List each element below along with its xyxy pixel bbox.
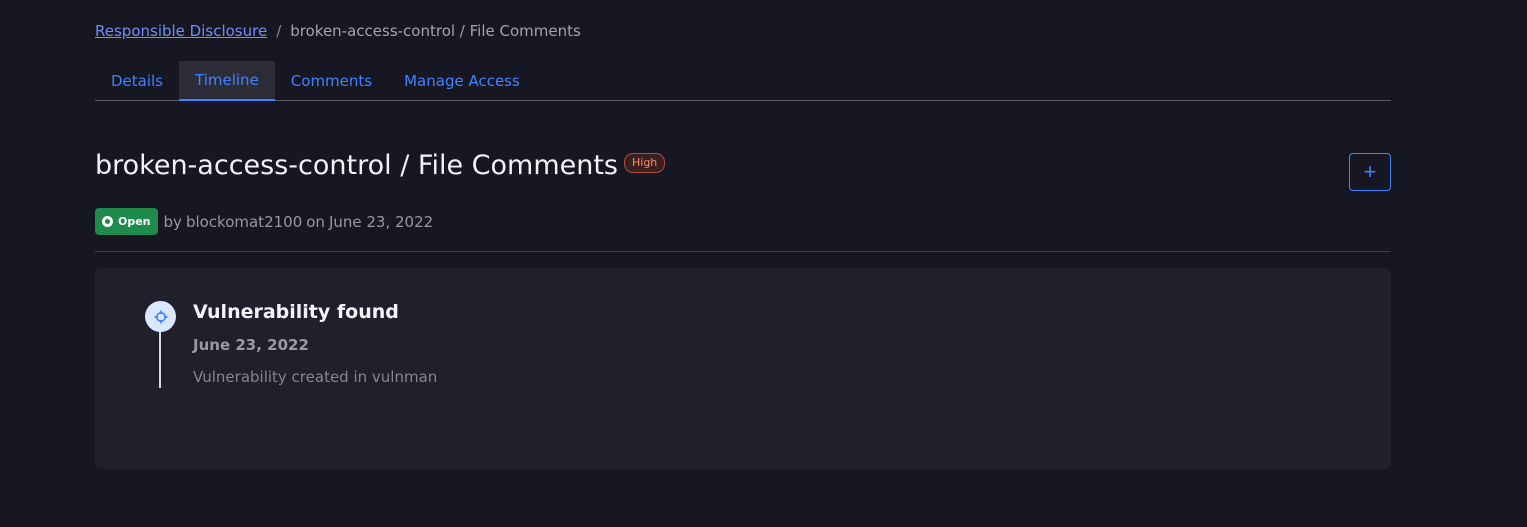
meta-date: June 23, 2022 [328,212,434,231]
timeline-item-title: Vulnerability found [193,301,399,323]
timeline-item-date: June 23, 2022 [193,336,309,354]
breadcrumb-current: broken-access-control / File Comments [290,22,581,40]
meta-row: Open by blockomat2100 on June 23, 2022 [95,208,437,235]
meta-author: blockomat2100 [185,212,303,231]
meta-on-prefix: on [306,212,325,231]
status-badge: Open [95,208,158,235]
meta-text: by blockomat2100 on June 23, 2022 [164,213,438,231]
severity-badge: High [624,153,666,173]
crosshair-icon [145,301,176,332]
breadcrumb: Responsible Disclosure / broken-access-c… [95,22,581,40]
tab-comments[interactable]: Comments [275,61,388,101]
title-row: broken-access-control / File Comments Hi… [95,148,666,184]
status-open-icon [102,216,113,227]
add-button[interactable]: + [1349,153,1391,191]
timeline-card: Vulnerability found June 23, 2022 Vulner… [95,268,1391,469]
page-title: broken-access-control / File Comments [95,150,618,181]
tab-manage-access[interactable]: Manage Access [388,61,536,101]
tab-details[interactable]: Details [95,61,179,101]
tab-bar: Details Timeline Comments Manage Access [95,61,1391,101]
tab-timeline[interactable]: Timeline [179,61,275,101]
breadcrumb-separator: / [276,22,282,40]
status-label: Open [118,215,151,228]
divider [95,251,1391,252]
timeline-item-description: Vulnerability created in vulnman [193,368,438,386]
meta-by-prefix: by [163,212,182,231]
breadcrumb-link-responsible-disclosure[interactable]: Responsible Disclosure [95,22,267,40]
